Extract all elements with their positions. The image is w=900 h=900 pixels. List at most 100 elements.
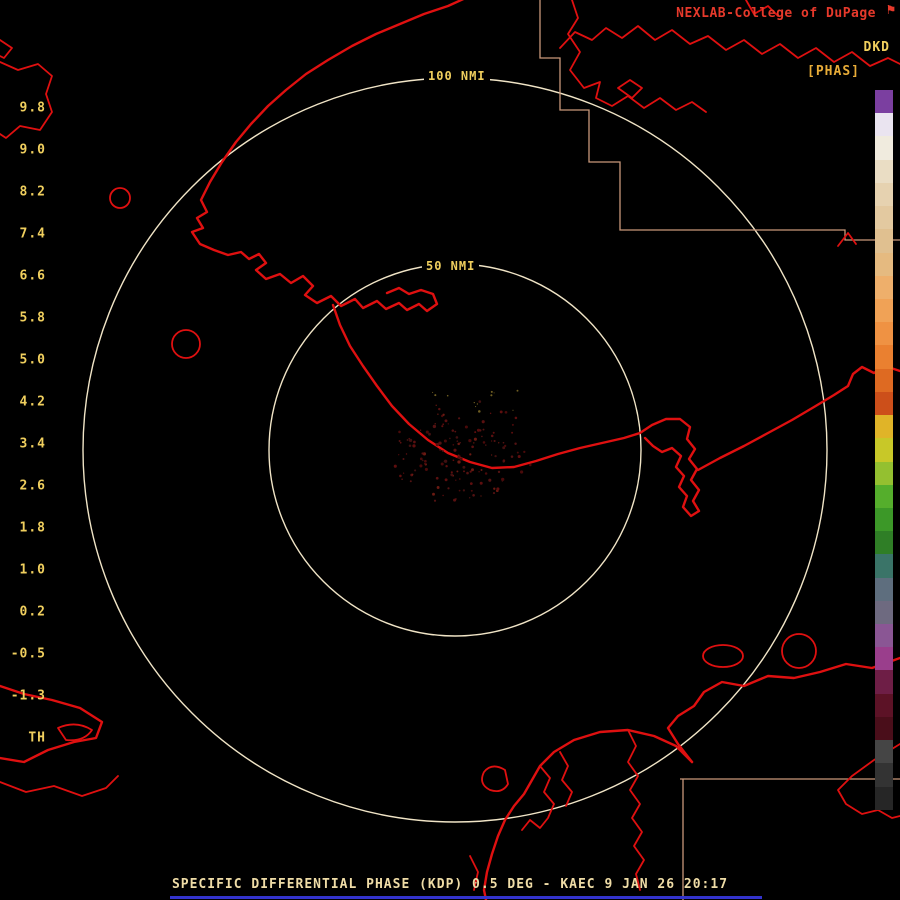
echo-speckle-dim <box>512 409 514 411</box>
echo-speckle <box>473 437 477 441</box>
echo-speckle <box>469 470 472 473</box>
echo-speckle <box>402 472 405 474</box>
echo-speckle <box>451 429 455 432</box>
echo-speckle <box>453 448 457 452</box>
echo-speckle <box>447 423 449 425</box>
echo-speckle <box>455 479 457 481</box>
echo-speckle <box>441 450 444 453</box>
coastline-topright-a <box>559 25 900 67</box>
echo-speckle <box>514 442 517 446</box>
echo-speckle <box>501 477 505 482</box>
bottomcenter-inner-c <box>627 729 645 891</box>
colorbar-segment <box>875 670 893 694</box>
echo-speckle <box>466 471 469 475</box>
echo-speckle <box>436 486 440 489</box>
colorbar-gradient <box>875 90 893 810</box>
echo-speckle <box>492 431 495 434</box>
colorbar-segment <box>875 693 893 717</box>
echo-speckle <box>489 412 492 415</box>
echo-speckle <box>464 425 468 429</box>
echo-speckle-dim <box>434 394 437 397</box>
echo-speckle <box>432 424 437 429</box>
colorbar-label: 2.6 <box>19 478 46 494</box>
echo-speckle <box>480 469 483 471</box>
echo-speckle <box>469 482 473 485</box>
coastline-bottomcenter <box>482 728 694 900</box>
echo-speckle-dim <box>476 403 479 405</box>
echo-speckle <box>443 439 447 443</box>
colorbar-segment <box>875 90 893 114</box>
echo-speckle <box>442 494 444 497</box>
echo-speckle <box>452 459 455 462</box>
echo-speckle <box>438 441 442 445</box>
coastline-topright-loop <box>617 79 643 99</box>
island-oval <box>702 644 744 668</box>
colorbar-segment <box>875 345 893 369</box>
echo-speckle <box>449 437 451 440</box>
echo-speckle <box>424 462 426 465</box>
colorbar-label: 1.8 <box>19 520 46 536</box>
echo-speckle <box>482 428 485 431</box>
colorbar-label: TH <box>28 730 46 746</box>
echo-speckle <box>419 429 422 431</box>
echo-speckle <box>481 420 485 424</box>
colorbar-label: 8.2 <box>19 184 46 200</box>
echo-speckle <box>399 474 402 478</box>
echo-speckle <box>457 417 461 420</box>
echo-speckle <box>529 463 532 467</box>
colorbar-segment <box>875 229 893 253</box>
colorbar-segment <box>875 624 893 648</box>
colorbar-label: 4.2 <box>19 394 46 410</box>
bottomcenter-inner-a <box>521 765 555 831</box>
echo-speckle <box>472 493 475 497</box>
echo-speckle <box>492 492 496 495</box>
coastline-main <box>331 303 701 518</box>
echo-speckle-dim <box>432 391 434 393</box>
echo-speckle <box>457 442 460 446</box>
echo-speckle <box>409 480 412 483</box>
colorbar-label: 5.0 <box>19 352 46 368</box>
colorbar-label: 5.8 <box>19 310 46 326</box>
colorbar-segment <box>875 159 893 183</box>
echo-speckle <box>479 429 482 432</box>
echo-speckle <box>482 441 486 444</box>
echo-speckle <box>484 472 488 475</box>
zone-boundary-line <box>539 0 900 241</box>
echo-speckle <box>441 425 444 428</box>
echo-speckle <box>440 462 444 466</box>
echo-speckle <box>490 440 493 442</box>
colorbar-segment <box>875 252 893 276</box>
colorbar-label: 7.4 <box>19 226 46 242</box>
radar-display: 100 NMI 50 NMI NEXLAB-College of DuPage … <box>0 0 900 900</box>
echo-speckle <box>445 465 448 468</box>
zone-boundaries <box>539 0 900 900</box>
echo-speckle <box>443 459 448 463</box>
echo-speckle <box>469 497 471 499</box>
echo-speckle <box>425 430 429 434</box>
echo-speckle <box>469 453 472 456</box>
coastline-bottomright <box>666 656 900 764</box>
echo-speckle <box>405 453 408 455</box>
echo-speckle <box>402 458 405 460</box>
echo-speckle <box>493 439 496 443</box>
echo-speckle <box>450 471 453 474</box>
echo-speckle <box>470 489 473 492</box>
colorbar-label: -0.5 <box>10 646 46 662</box>
echo-speckle <box>434 423 436 425</box>
colorbar-segment <box>875 740 893 764</box>
colorbar-segment <box>875 113 893 137</box>
echo-speckle <box>462 465 466 469</box>
echo-speckle <box>519 470 524 474</box>
echo-speckle <box>406 438 409 442</box>
echo-speckle <box>413 440 416 444</box>
colorbar-segment <box>875 647 893 671</box>
radar-map-canvas <box>0 0 900 900</box>
brand-title: NEXLAB-College of DuPage <box>676 6 876 21</box>
echo-speckle <box>471 445 474 449</box>
product-caption: SPECIFIC DIFFERENTIAL PHASE (KDP) 0.5 DE… <box>171 877 729 892</box>
echo-speckle <box>478 471 480 473</box>
product-units: [PHAS] <box>807 64 860 79</box>
bottomcenter-inner-b <box>559 751 573 807</box>
colorbar-segment <box>875 507 893 532</box>
coastline-east <box>696 364 900 472</box>
